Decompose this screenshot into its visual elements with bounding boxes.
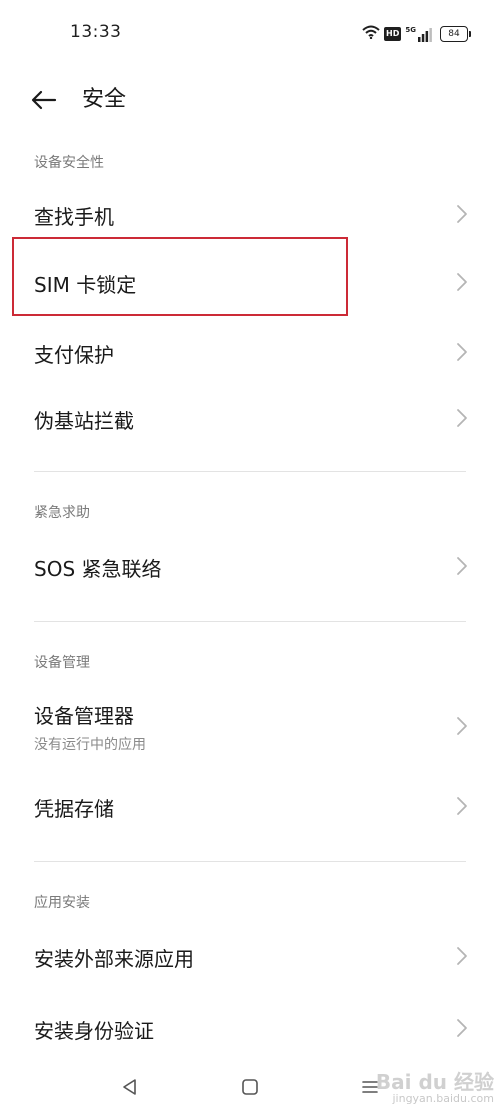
row-payment-protection[interactable]: 支付保护 (0, 322, 500, 382)
row-find-phone[interactable]: 查找手机 (0, 184, 500, 244)
arrow-left-icon (31, 90, 57, 110)
cellular-signal-icon: 5G (405, 26, 432, 42)
status-bar: 13:33 HD 5G 84 (0, 0, 500, 66)
page-title: 安全 (82, 87, 127, 112)
wifi-icon (362, 24, 380, 43)
app-bar: 安全 (0, 70, 500, 130)
row-install-verification[interactable]: 安装身份验证 (0, 998, 500, 1058)
nav-home-button[interactable] (238, 1075, 262, 1099)
network-type-label: 5G (405, 25, 416, 34)
navigation-bar: Bai du 经验 jingyan.baidu.com (0, 1061, 500, 1111)
row-install-unknown-sources[interactable]: 安装外部来源应用 (0, 926, 500, 986)
row-device-admin[interactable]: 设备管理器 没有运行中的应用 (0, 690, 500, 762)
chevron-right-icon (457, 717, 467, 735)
nav-back-button[interactable] (118, 1075, 142, 1099)
chevron-right-icon (457, 947, 467, 965)
row-label: 安装身份验证 (34, 1019, 154, 1043)
row-fake-base-station-block[interactable]: 伪基站拦截 (0, 388, 500, 448)
square-home-icon (242, 1079, 258, 1095)
hd-badge: HD (384, 26, 402, 41)
section-header-device-management: 设备管理 (34, 655, 90, 671)
status-time: 13:33 (70, 22, 122, 42)
row-sim-lock[interactable]: SIM 卡锁定 (0, 252, 500, 312)
watermark-url: jingyan.baidu.com (392, 1092, 494, 1105)
row-label: 支付保护 (34, 343, 114, 367)
chevron-right-icon (457, 205, 467, 223)
row-sublabel: 没有运行中的应用 (34, 737, 146, 753)
status-icons: HD 5G 84 (362, 24, 471, 43)
chevron-right-icon (457, 409, 467, 427)
battery-icon: 84 (440, 25, 471, 42)
row-label: 查找手机 (34, 205, 114, 229)
watermark-brand: Bai du 经验 (375, 1070, 494, 1094)
section-header-app-install: 应用安装 (34, 895, 90, 911)
section-header-device-security: 设备安全性 (34, 155, 104, 171)
row-label: SOS 紧急联络 (34, 557, 162, 581)
row-label: 安装外部来源应用 (34, 947, 194, 971)
row-label: 伪基站拦截 (34, 409, 134, 433)
chevron-right-icon (457, 273, 467, 291)
section-header-emergency: 紧急求助 (34, 505, 90, 521)
chevron-right-icon (457, 343, 467, 361)
row-label: SIM 卡锁定 (34, 273, 137, 297)
divider (34, 471, 466, 472)
row-sos-contact[interactable]: SOS 紧急联络 (0, 536, 500, 596)
row-label: 设备管理器 (34, 704, 134, 728)
triangle-back-icon (123, 1079, 136, 1095)
watermark: Bai du 经验 jingyan.baidu.com (376, 1071, 494, 1105)
back-button[interactable] (28, 84, 60, 116)
chevron-right-icon (457, 797, 467, 815)
divider (34, 621, 466, 622)
divider (34, 861, 466, 862)
chevron-right-icon (457, 1019, 467, 1037)
row-label: 凭据存储 (34, 797, 114, 821)
chevron-right-icon (457, 557, 467, 575)
row-credential-storage[interactable]: 凭据存储 (0, 776, 500, 836)
